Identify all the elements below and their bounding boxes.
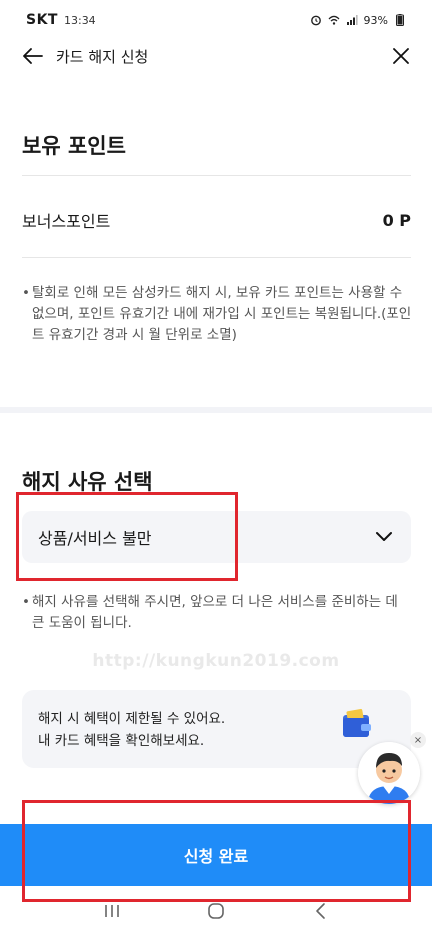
system-nav-bar: [0, 886, 432, 936]
watermark-text: http://kungkun2019.com: [92, 651, 340, 671]
close-icon: [393, 48, 409, 64]
status-bar: SKT 13:34 93%: [0, 0, 432, 40]
bullet: •: [22, 285, 30, 301]
recent-apps-icon: [105, 905, 119, 917]
points-notice-text: 탈회로 인해 모든 삼성카드 해지 시, 보유 카드 포인트는 사용할 수 없으…: [32, 285, 412, 343]
home-button[interactable]: [196, 896, 236, 926]
reason-selected-value: 상품/서비스 불만: [38, 529, 152, 548]
battery-icon: [396, 14, 404, 26]
nav-back-icon: [316, 903, 325, 919]
home-icon: [208, 903, 224, 919]
bonus-point-row: 보너스포인트 0 P: [22, 208, 411, 232]
benefit-banner[interactable]: 해지 시 혜택이 제한될 수 있어요. 내 카드 혜택을 확인해보세요.: [22, 690, 411, 768]
back-button[interactable]: [20, 43, 46, 69]
arrow-left-icon: [23, 48, 43, 64]
status-time: 13:34: [63, 14, 96, 27]
chevron-down-icon: [376, 532, 392, 541]
wallet-icon: [343, 708, 371, 737]
reason-notice: • 해지 사유를 선택해 주시면, 앞으로 더 나은 서비스를 준비하는 데 큰…: [22, 592, 412, 634]
close-button[interactable]: [388, 43, 414, 69]
divider: [22, 257, 411, 258]
wifi-icon: [328, 15, 340, 25]
status-right: 93%: [310, 14, 406, 27]
reason-notice-text: 해지 사유를 선택해 주시면, 앞으로 더 나은 서비스를 준비하는 데 큰 도…: [32, 594, 398, 631]
reason-section-title: 해지 사유 선택: [22, 470, 153, 494]
nav-back-button[interactable]: [300, 896, 340, 926]
bullet: •: [22, 594, 30, 610]
divider: [22, 175, 411, 176]
app-header: 카드 해지 신청: [0, 36, 432, 76]
signal-icon: [346, 15, 358, 25]
reason-dropdown[interactable]: 상품/서비스 불만: [22, 511, 411, 563]
bonus-point-value: 0 P: [382, 210, 411, 230]
chatbot-avatar-button[interactable]: [358, 742, 420, 804]
chatbot-close-button[interactable]: ×: [410, 732, 426, 748]
status-left: SKT 13:34: [26, 12, 96, 28]
points-notice: • 탈회로 인해 모든 삼성카드 해지 시, 보유 카드 포인트는 사용할 수 …: [22, 283, 412, 346]
carrier-label: SKT: [26, 12, 58, 28]
submit-button[interactable]: 신청 완료: [0, 824, 432, 886]
battery-percent: 93%: [363, 13, 388, 27]
page-title: 카드 해지 신청: [56, 47, 149, 66]
alarm-icon: [310, 15, 321, 26]
bonus-point-label: 보너스포인트: [22, 212, 111, 231]
recent-apps-button[interactable]: [92, 896, 132, 926]
chatbot-avatar-icon: [358, 742, 420, 804]
section-separator: [0, 407, 432, 413]
points-section-title: 보유 포인트: [22, 134, 126, 158]
